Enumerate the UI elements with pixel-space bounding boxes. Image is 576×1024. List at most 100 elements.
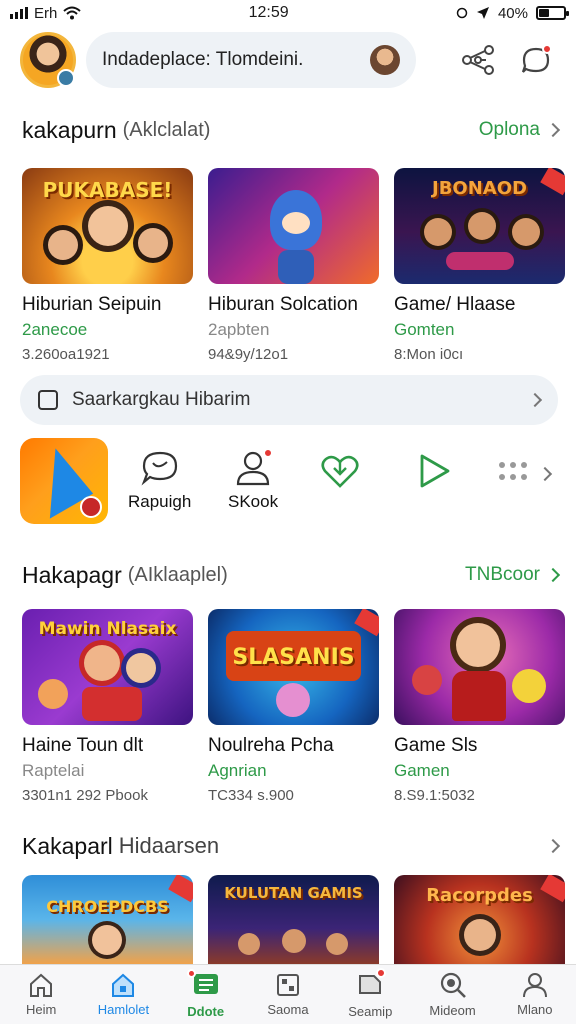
character-image: [48, 230, 78, 260]
thumbnail-banner: Racorpdes: [426, 885, 533, 906]
person-icon: [233, 448, 274, 486]
status-right: 40%: [456, 4, 569, 22]
game-card[interactable]: KULUTAN GAMIS: [208, 875, 379, 964]
thumbnail-banner: JBONAOD: [432, 178, 527, 199]
thumbnail-banner: CHROEPDCBS: [46, 897, 169, 916]
game-card[interactable]: PUKABASE! Hiburian Seipuin 2anecoe 3.260…: [22, 168, 193, 363]
nav-label: Ddote: [187, 1003, 225, 1019]
section2-header: Hakapagr (AIklaaplel) TNBcoor: [22, 560, 561, 590]
home-icon: [30, 973, 53, 997]
game-category: Gomten: [394, 320, 455, 339]
thumbnail-banner: SLASANIS: [232, 645, 355, 670]
section2-title: Hakapagr: [22, 561, 122, 588]
game-category: 2apbten: [208, 320, 270, 339]
chevron-right-icon: [527, 392, 543, 408]
more-dots-icon: [499, 462, 527, 480]
game-title: Game Sls: [394, 735, 478, 756]
user-avatar[interactable]: [20, 32, 76, 88]
character-image: [84, 645, 120, 681]
notification-icon[interactable]: [518, 42, 554, 78]
game-card[interactable]: CHROEPDCBS: [22, 875, 193, 964]
top-search-text: Indadeplace: Tlomdeini.: [102, 49, 304, 70]
game-card[interactable]: Hiburan Solcation 2apbten 94&9y/12o1: [208, 168, 379, 363]
nav-item-saoma[interactable]: Saoma: [247, 965, 329, 1024]
character-body: [452, 671, 506, 721]
game-card[interactable]: JBONAOD Game/ Hlaase Gomten 8:Mon i0cı: [394, 168, 565, 363]
status-left: Erh: [10, 4, 82, 22]
nav-item-mideom[interactable]: Mideom: [411, 965, 493, 1024]
game-card[interactable]: Racorpdes: [394, 875, 565, 964]
game-thumbnail: KULUTAN GAMIS: [208, 875, 379, 964]
section1-subtitle: (Aklclalat): [122, 118, 211, 141]
section1-more-link[interactable]: Oplona: [478, 119, 561, 141]
section1-header: kakapurn (Aklclalat) Oplona: [22, 115, 561, 145]
section2-more-link[interactable]: TNBcoor: [465, 564, 561, 586]
character-image: [138, 228, 168, 258]
game-plate: [446, 252, 514, 270]
section1-cards: PUKABASE! Hiburian Seipuin 2anecoe 3.260…: [22, 168, 565, 363]
character-image: [126, 653, 156, 683]
game-thumbnail: CHROEPDCBS: [22, 875, 193, 964]
section2-more-label: TNBcoor: [465, 564, 540, 585]
profile-icon: [522, 973, 547, 998]
game-thumbnail: SLASANIS: [208, 609, 379, 725]
share-icon[interactable]: [460, 44, 496, 76]
top-search-input[interactable]: Indadeplace: Tlomdeini.: [86, 32, 416, 88]
game-meta: 8:Mon i0cı: [394, 346, 464, 363]
chevron-right-icon: [545, 122, 561, 138]
battery-icon: [535, 6, 569, 20]
nav-badge: [376, 967, 387, 978]
game-card[interactable]: SLASANIS Noulreha Pcha Agnrian TC334 s.9…: [208, 609, 379, 804]
nav-label: Saoma: [267, 1002, 309, 1017]
nav-item-hamlolet[interactable]: Hamlolet: [82, 965, 164, 1024]
game-title: Haine Toun dlt: [22, 735, 144, 756]
game-card[interactable]: Mawin Nlasaix Haine Toun dlt Raptelai 33…: [22, 609, 193, 804]
nav-label: Heim: [25, 1002, 57, 1017]
character-image: [276, 683, 310, 717]
tag-icon: [356, 967, 387, 1000]
character-image: [412, 665, 442, 695]
carrier-label: Erh: [34, 4, 58, 22]
battery-fill: [538, 9, 549, 17]
nav-item-seamip[interactable]: Seamip: [329, 965, 411, 1024]
nav-item-home[interactable]: Heim: [0, 965, 82, 1024]
character-image: [512, 669, 546, 703]
character-image: [424, 218, 452, 246]
game-meta: TC334 s.900: [208, 787, 294, 804]
character-image: [282, 212, 310, 234]
game-thumbnail: Racorpdes: [394, 875, 565, 964]
game-meta: 3.260oa1921: [22, 346, 110, 363]
section2-cards: Mawin Nlasaix Haine Toun dlt Raptelai 33…: [22, 609, 565, 804]
app-tile-badge: [80, 496, 102, 518]
chat-bubble-icon: [141, 451, 177, 486]
character-body: [82, 687, 142, 721]
quick-action-favorite[interactable]: [320, 452, 360, 490]
game-category: Gamen: [394, 761, 450, 780]
character-image: [278, 250, 314, 284]
quick-action-label: SKook: [228, 492, 279, 511]
nav-badge: [186, 968, 196, 978]
nav-item-ddote[interactable]: Ddote: [165, 965, 247, 1024]
list-icon: [186, 968, 221, 1000]
character-image: [456, 623, 500, 667]
game-title: Hiburan Solcation: [208, 294, 358, 315]
quick-action-play[interactable]: [414, 452, 454, 490]
secondary-search-bar[interactable]: Saarkargkau Hibarim: [20, 375, 558, 425]
app-tile-icon[interactable]: [20, 438, 108, 524]
search-avatar-icon: [370, 45, 400, 75]
section1-more-label: Oplona: [478, 119, 540, 140]
profile-badge: [263, 448, 274, 458]
section3-more-link[interactable]: [545, 838, 561, 854]
search-icon: [440, 972, 466, 998]
game-title: Noulreha Pcha: [208, 735, 334, 756]
game-category: 2anecoe: [22, 320, 88, 339]
nav-item-mlano[interactable]: Mlano: [494, 965, 576, 1024]
quick-action-profile[interactable]: SKook: [228, 448, 278, 512]
quick-action-chat[interactable]: Rapuigh: [128, 448, 191, 512]
wifi-icon: [63, 6, 82, 20]
quick-action-more[interactable]: [498, 460, 553, 482]
game-card[interactable]: Game Sls Gamen 8.S9.1:5032: [394, 609, 565, 804]
chevron-right-icon: [545, 567, 561, 583]
secondary-search-text: Saarkargkau Hibarim: [72, 389, 251, 410]
battery-percent: 40%: [497, 4, 528, 22]
